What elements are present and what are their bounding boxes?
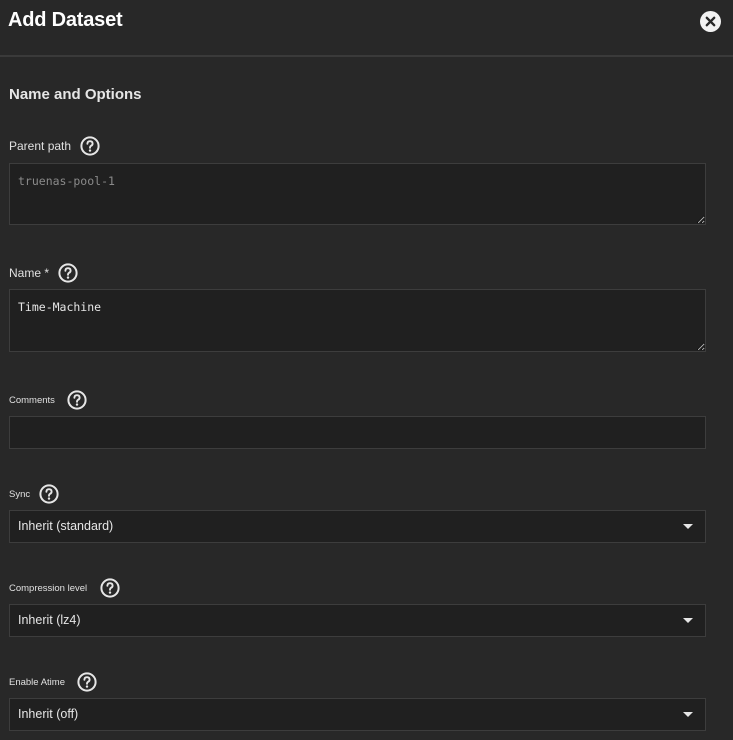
name-label: Name * xyxy=(9,266,50,280)
dialog-header: Add Dataset xyxy=(0,0,733,57)
sync-label: Sync xyxy=(9,489,31,500)
section-title: Name and Options xyxy=(9,86,142,103)
parent-path-label: Parent path xyxy=(9,139,72,153)
chevron-down-icon xyxy=(683,712,693,717)
sync-help-icon[interactable] xyxy=(39,484,59,504)
sync-select[interactable]: Inherit (standard) xyxy=(9,510,706,543)
close-button[interactable] xyxy=(700,11,721,32)
atime-help-icon[interactable] xyxy=(77,672,97,692)
dialog-title: Add Dataset xyxy=(8,9,123,31)
atime-select[interactable]: Inherit (off) xyxy=(9,698,706,731)
parent-path-field[interactable]: truenas-pool-1 xyxy=(9,163,706,225)
comments-help-icon[interactable] xyxy=(67,390,87,410)
compression-select-value: Inherit (lz4) xyxy=(18,613,81,627)
chevron-down-icon xyxy=(683,618,693,623)
name-field[interactable]: Time-Machine xyxy=(9,289,706,352)
comments-field[interactable] xyxy=(9,416,706,449)
comments-label: Comments xyxy=(9,395,55,406)
name-help-icon[interactable] xyxy=(58,263,78,283)
chevron-down-icon xyxy=(683,524,693,529)
close-icon xyxy=(705,16,716,27)
atime-select-value: Inherit (off) xyxy=(18,707,79,721)
compression-label: Compression level xyxy=(9,583,88,594)
sync-select-value: Inherit (standard) xyxy=(18,519,114,533)
compression-help-icon[interactable] xyxy=(100,578,120,598)
compression-select[interactable]: Inherit (lz4) xyxy=(9,604,706,637)
parent-path-help-icon[interactable] xyxy=(80,136,100,156)
atime-label: Enable Atime xyxy=(9,677,65,688)
